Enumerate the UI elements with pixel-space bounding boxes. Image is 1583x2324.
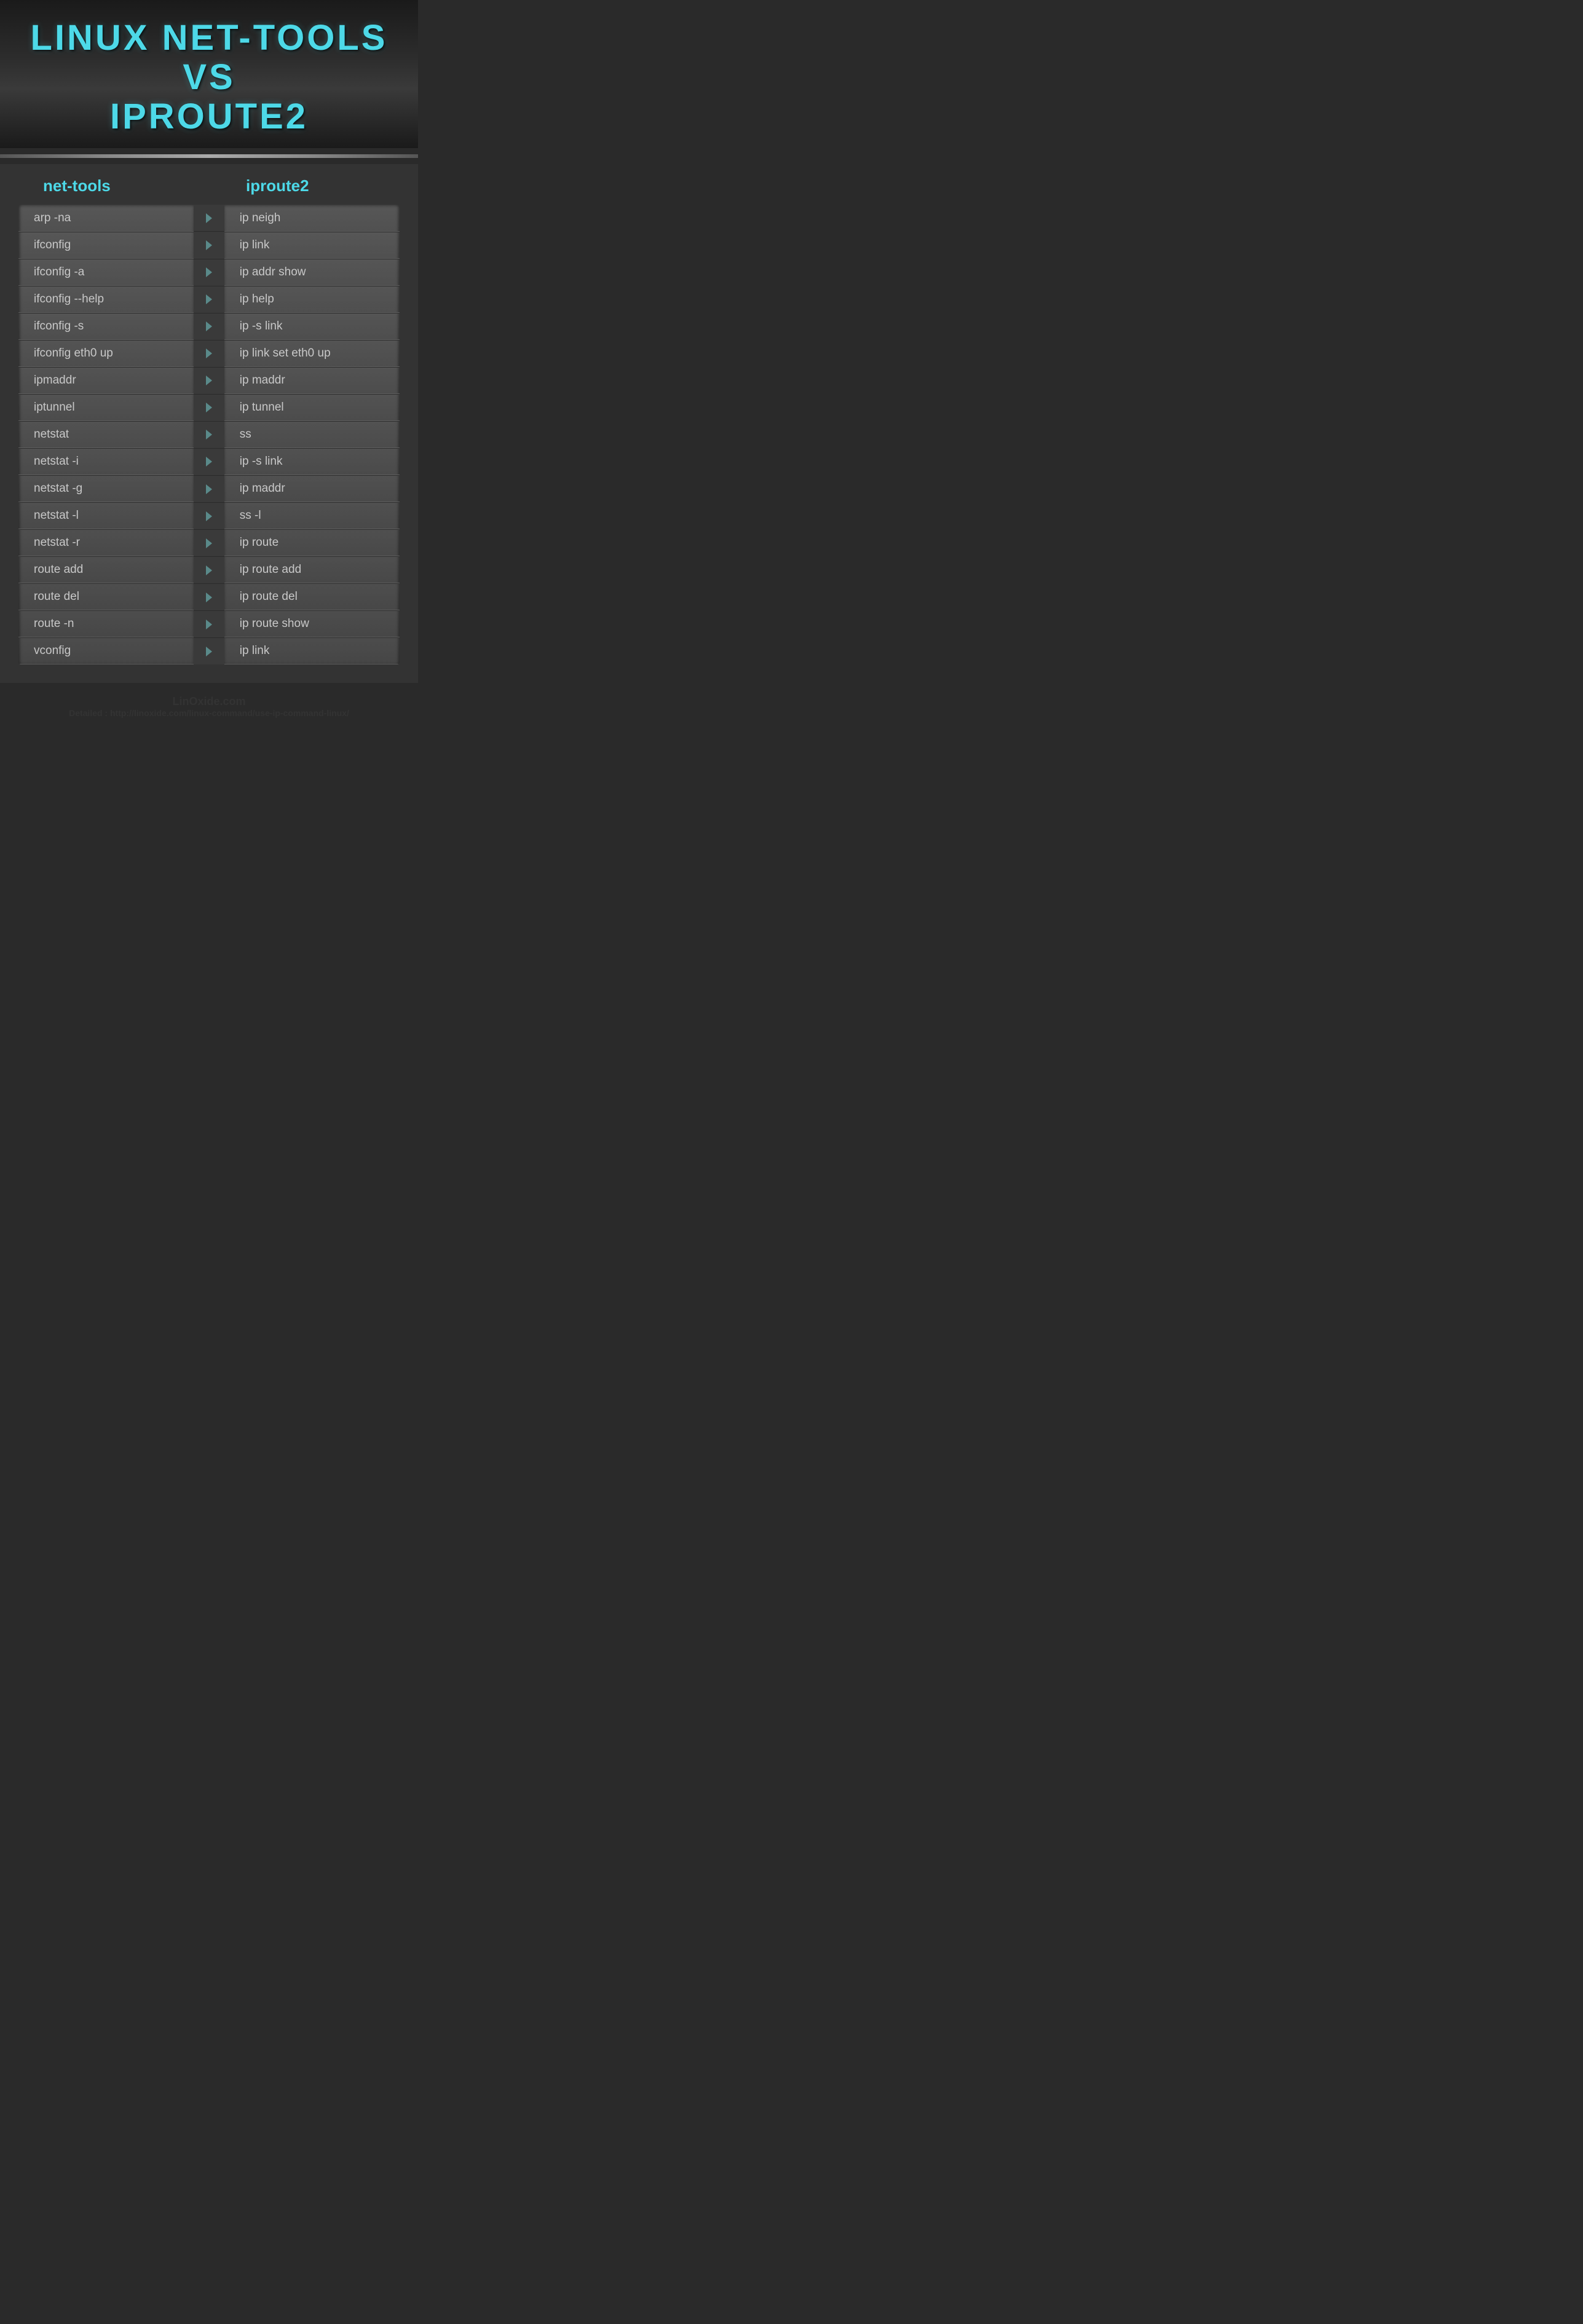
- table-row: ifconfig eth0 up: [18, 340, 194, 367]
- arrow-cell: [194, 502, 224, 529]
- arrow-icon: [206, 565, 212, 575]
- table-row: ip tunnel: [224, 394, 400, 421]
- table-row: ss: [224, 421, 400, 448]
- table-row: ip neigh: [224, 205, 400, 232]
- title-line2: VS: [12, 58, 406, 97]
- table-row: route add: [18, 556, 194, 583]
- arrow-cell: [194, 205, 224, 231]
- nettools-column: arp -naifconfigifconfig -aifconfig --hel…: [18, 205, 194, 664]
- table-row: netstat -r: [18, 529, 194, 556]
- arrow-icon: [206, 213, 212, 223]
- arrow-cell: [194, 421, 224, 448]
- arrow-icon: [206, 538, 212, 548]
- table-row: arp -na: [18, 205, 194, 232]
- table-row: ss -l: [224, 502, 400, 529]
- main-content: net-tools iproute2 arp -naifconfigifconf…: [0, 164, 418, 683]
- arrow-cell: [194, 529, 224, 556]
- arrow-icon: [206, 376, 212, 385]
- table-row: route -n: [18, 610, 194, 637]
- arrow-icon: [206, 647, 212, 656]
- iproute2-column: ip neighip linkip addr showip helpip -s …: [224, 205, 400, 664]
- arrow-icon: [206, 430, 212, 439]
- arrow-icon: [206, 457, 212, 467]
- arrow-column: [194, 205, 224, 664]
- arrow-cell: [194, 475, 224, 502]
- arrow-icon: [206, 294, 212, 304]
- table-row: ip route add: [224, 556, 400, 583]
- table-row: ip -s link: [224, 313, 400, 340]
- table-row: ip help: [224, 286, 400, 313]
- arrow-icon: [206, 620, 212, 629]
- arrow-icon: [206, 403, 212, 412]
- table-row: ip link: [224, 637, 400, 664]
- table-row: ifconfig -a: [18, 259, 194, 286]
- arrow-cell: [194, 231, 224, 258]
- table-row: netstat: [18, 421, 194, 448]
- arrow-cell: [194, 367, 224, 394]
- table-row: netstat -l: [18, 502, 194, 529]
- footer-site: LinOxide.com: [6, 695, 412, 708]
- table-row: ipmaddr: [18, 367, 194, 394]
- header-divider: [0, 154, 418, 158]
- table-row: ip -s link: [224, 448, 400, 475]
- arrow-cell: [194, 313, 224, 340]
- arrow-cell: [194, 340, 224, 367]
- table-row: netstat -i: [18, 448, 194, 475]
- table-row: ip maddr: [224, 367, 400, 394]
- arrow-icon: [206, 321, 212, 331]
- arrow-cell: [194, 583, 224, 610]
- table-row: ip route del: [224, 583, 400, 610]
- right-column-header: iproute2: [227, 176, 393, 195]
- column-headers: net-tools iproute2: [18, 176, 400, 195]
- table-row: vconfig: [18, 637, 194, 664]
- arrow-icon: [206, 240, 212, 250]
- table-row: ip addr show: [224, 259, 400, 286]
- table-row: ip route: [224, 529, 400, 556]
- table-row: ip link: [224, 232, 400, 259]
- arrow-cell: [194, 556, 224, 583]
- arrow-icon: [206, 484, 212, 494]
- arrow-cell: [194, 259, 224, 286]
- arrow-cell: [194, 610, 224, 637]
- arrow-icon: [206, 267, 212, 277]
- table-row: iptunnel: [18, 394, 194, 421]
- comparison-table: arp -naifconfigifconfig -aifconfig --hel…: [18, 205, 400, 664]
- left-column-header: net-tools: [25, 176, 191, 195]
- arrow-icon: [206, 349, 212, 358]
- table-row: route del: [18, 583, 194, 610]
- arrow-cell: [194, 448, 224, 475]
- title-line3: IPROUTE2: [12, 97, 406, 136]
- arrow-icon: [206, 593, 212, 602]
- arrow-cell: [194, 394, 224, 421]
- arrow-cell: [194, 286, 224, 313]
- table-row: ifconfig: [18, 232, 194, 259]
- table-row: ifconfig -s: [18, 313, 194, 340]
- arrow-cell: [194, 637, 224, 664]
- table-row: ip route show: [224, 610, 400, 637]
- title-line1: LINUX NET-TOOLS: [12, 18, 406, 58]
- footer: LinOxide.com Detailed : http://linoxide.…: [0, 683, 418, 730]
- footer-link: Detailed : http://linoxide.com/linux-com…: [6, 708, 412, 718]
- table-row: netstat -g: [18, 475, 194, 502]
- table-row: ip maddr: [224, 475, 400, 502]
- header: LINUX NET-TOOLS VS IPROUTE2: [0, 0, 418, 148]
- table-row: ifconfig --help: [18, 286, 194, 313]
- table-row: ip link set eth0 up: [224, 340, 400, 367]
- arrow-icon: [206, 511, 212, 521]
